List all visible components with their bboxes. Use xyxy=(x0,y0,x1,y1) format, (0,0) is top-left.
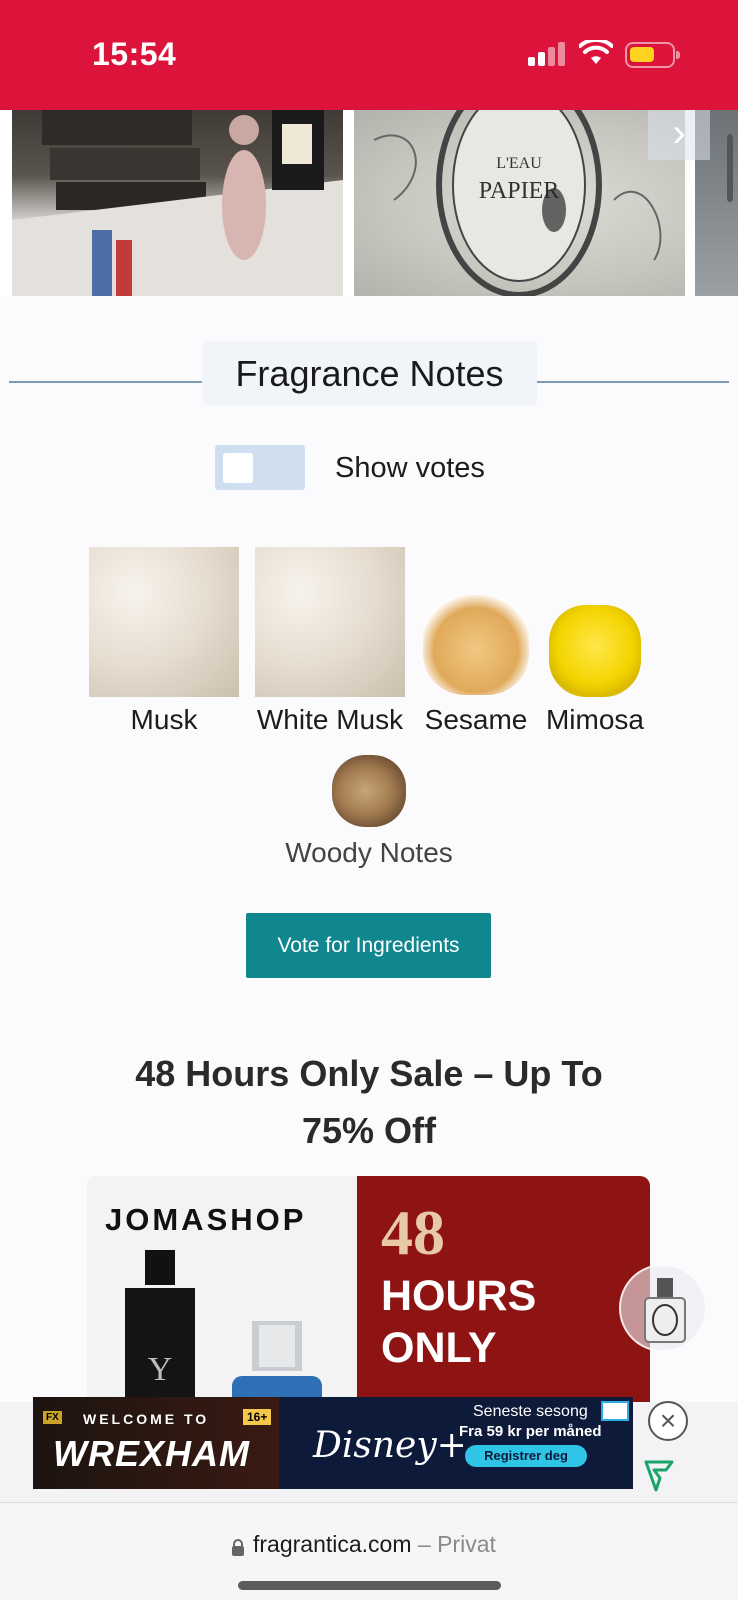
jomashop-ad-banner[interactable]: JOMASHOP Y 48 HOURS ONLY xyxy=(87,1176,650,1406)
url-text[interactable]: fragrantica.com – Privat xyxy=(253,1531,496,1558)
ad-left-panel: JOMASHOP Y xyxy=(87,1176,357,1406)
battery-icon xyxy=(625,42,680,68)
white-musk-image xyxy=(255,547,405,697)
user-photo-bookshelf[interactable] xyxy=(12,110,343,296)
note-label: Mimosa xyxy=(545,704,644,735)
divider-left xyxy=(9,381,202,383)
note-label: Sesame xyxy=(424,704,528,735)
note-label: Woody Notes xyxy=(285,837,453,868)
ad-big-number: 48 xyxy=(381,1197,445,1268)
section-title: Fragrance Notes xyxy=(202,341,537,406)
close-ad-icon[interactable]: × xyxy=(648,1401,688,1441)
show-votes-toggle[interactable] xyxy=(215,445,305,490)
ad-fine-print xyxy=(465,1471,625,1481)
divider-right xyxy=(537,381,729,383)
lock-icon xyxy=(232,1539,244,1556)
browser-address-bar[interactable]: fragrantica.com – Privat xyxy=(0,1502,738,1600)
ad-register-button[interactable]: Registrer deg xyxy=(465,1445,587,1467)
note-musk[interactable]: Musk xyxy=(87,547,241,737)
status-time: 15:54 xyxy=(92,36,177,72)
vote-for-ingredients-button[interactable]: Vote for Ingredients xyxy=(246,913,491,978)
ad-brand: JOMASHOP xyxy=(105,1202,307,1237)
fragrance-notes-header: Fragrance Notes xyxy=(9,341,729,406)
user-photo-bottle-label[interactable]: L'EAU PAPIER xyxy=(354,110,685,296)
mimosa-image xyxy=(549,605,641,697)
carousel-next-button[interactable]: › xyxy=(648,110,710,160)
ad-fx-badge: FX xyxy=(43,1411,62,1424)
adchoices-icon[interactable] xyxy=(601,1401,629,1421)
ad-disney-logo: Disney+ xyxy=(313,1425,467,1466)
note-woody-notes[interactable]: Woody Notes xyxy=(270,755,468,870)
perfume-bottle-icon xyxy=(644,1278,686,1343)
ad-hours-text: HOURS ONLY xyxy=(381,1272,537,1372)
status-bar: 15:54 xyxy=(0,0,738,110)
svg-text:Y: Y xyxy=(148,1351,173,1388)
note-label: White Musk xyxy=(256,704,404,735)
note-label: Musk xyxy=(130,704,198,735)
ad-show-title: WREXHAM xyxy=(53,1433,250,1474)
sale-heading: 48 Hours Only Sale – Up To 75% Off xyxy=(135,1053,603,1151)
svg-text:L'EAU: L'EAU xyxy=(496,155,542,172)
ad-right-panel: 48 HOURS ONLY xyxy=(357,1176,650,1406)
scroll-indicator xyxy=(727,134,733,202)
musk-image xyxy=(89,547,239,697)
disney-plus-ad[interactable]: FX WELCOME TO 16+ WREXHAM Disney+ Senest… xyxy=(33,1397,633,1489)
note-sesame[interactable]: Sesame xyxy=(418,547,534,737)
floating-perfume-button[interactable] xyxy=(619,1264,707,1352)
ad-welcome-text: WELCOME TO xyxy=(83,1411,210,1427)
perfume-bottle-black-image: Y xyxy=(125,1250,195,1406)
cellular-signal-icon xyxy=(528,42,566,66)
ad-rating-badge: 16+ xyxy=(243,1409,272,1425)
sesame-image xyxy=(423,595,529,695)
home-indicator[interactable] xyxy=(238,1581,501,1590)
toggle-knob xyxy=(223,453,253,483)
note-white-musk[interactable]: White Musk xyxy=(248,547,412,737)
note-mimosa[interactable]: Mimosa xyxy=(540,547,650,737)
user-photo-carousel[interactable]: L'EAU PAPIER xyxy=(0,110,738,296)
ad-network-logo-icon[interactable] xyxy=(644,1460,674,1492)
ad-line2: Fra 59 kr per måned xyxy=(459,1423,602,1440)
woody-notes-image xyxy=(332,755,406,827)
perfume-bottle-blue-image xyxy=(232,1321,322,1406)
ad-line1: Seneste sesong xyxy=(473,1403,588,1420)
show-votes-label[interactable]: Show votes xyxy=(335,452,485,485)
wifi-icon xyxy=(579,40,613,64)
